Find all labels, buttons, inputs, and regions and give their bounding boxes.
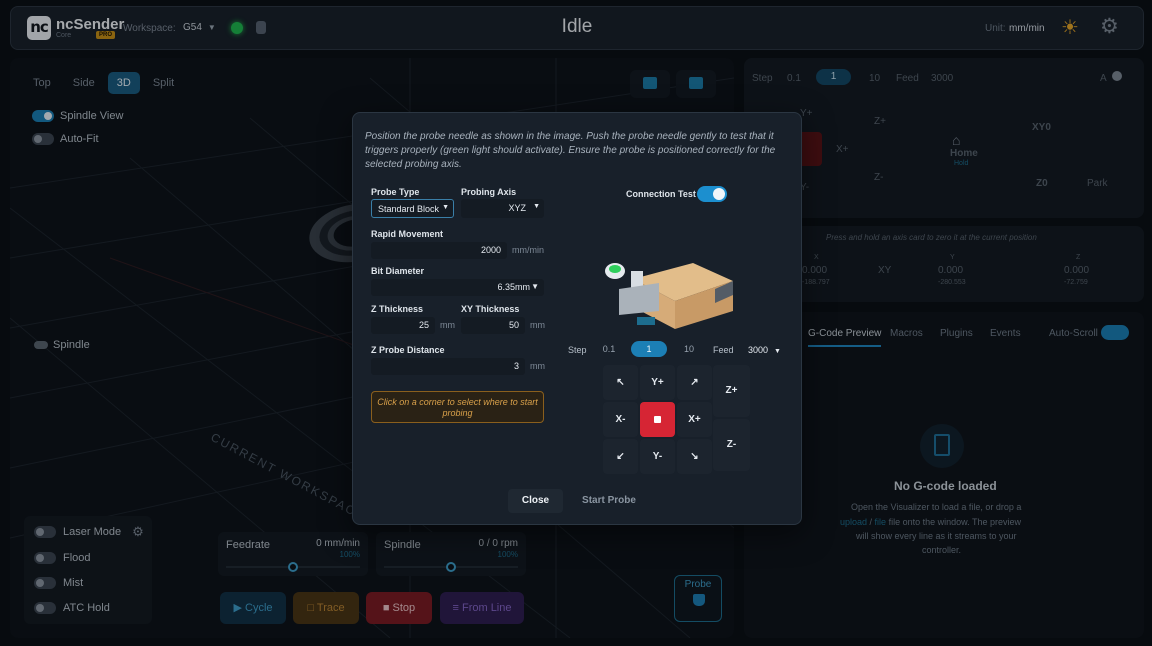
connection-test-label: Connection Test xyxy=(626,189,696,199)
probe-type-select[interactable]: Standard Block ▼ xyxy=(371,199,454,218)
start-probe-button[interactable]: Start Probe xyxy=(573,489,645,513)
modal-jog-x-minus[interactable]: X- xyxy=(603,402,638,437)
chevron-down-icon: ▼ xyxy=(774,348,781,355)
connection-test-switch[interactable] xyxy=(697,186,727,202)
bit-diameter-value: 6.35mm xyxy=(497,282,530,292)
modal-feed-label: Feed xyxy=(713,345,734,355)
jog-diag-up-left-icon[interactable]: ↖ xyxy=(603,365,638,400)
probe-dialog: Position the probe needle as shown in th… xyxy=(352,112,802,525)
modal-jog-y-plus[interactable]: Y+ xyxy=(640,365,675,400)
chevron-down-icon: ▼ xyxy=(533,203,540,210)
z-thickness-unit: mm xyxy=(440,320,455,330)
probe-block-illustration[interactable] xyxy=(593,249,743,329)
probe-instructions: Position the probe needle as shown in th… xyxy=(365,131,776,170)
probe-type-value: Standard Block xyxy=(378,204,440,214)
probe-holder xyxy=(619,283,659,315)
modal-step-label: Step xyxy=(568,345,587,355)
chevron-down-icon: ▼ xyxy=(442,204,449,211)
probing-axis-value: XYZ xyxy=(508,203,526,213)
z-probe-distance-unit: mm xyxy=(530,361,545,371)
bit-diameter-label: Bit Diameter xyxy=(371,266,425,276)
z-thickness-label: Z Thickness xyxy=(371,304,424,314)
bit-diameter-select[interactable]: 6.35mm ▼ xyxy=(371,279,544,296)
rapid-movement-input[interactable]: 2000 xyxy=(371,242,507,259)
probe-led-icon xyxy=(609,265,621,273)
jog-diag-down-right-icon[interactable]: ↘ xyxy=(677,439,712,474)
probe-type-label: Probe Type xyxy=(371,187,420,197)
probing-axis-select[interactable]: XYZ ▼ xyxy=(461,199,544,218)
jog-diag-up-right-icon[interactable]: ↗ xyxy=(677,365,712,400)
modal-feed-select[interactable]: 3000 ▼ xyxy=(748,345,781,355)
rapid-movement-unit: mm/min xyxy=(512,245,544,255)
modal-feed-value: 3000 xyxy=(748,345,769,355)
modal-jog-z-minus[interactable]: Z- xyxy=(713,419,750,471)
xy-thickness-label: XY Thickness xyxy=(461,304,520,314)
modal-jog-z-plus[interactable]: Z+ xyxy=(713,365,750,417)
modal-jog-stop-button[interactable] xyxy=(640,402,675,437)
probe-base xyxy=(637,317,655,325)
modal-jog-x-plus[interactable]: X+ xyxy=(677,402,712,437)
xy-thickness-unit: mm xyxy=(530,320,545,330)
xy-thickness-input[interactable]: 50 xyxy=(461,317,525,334)
close-button[interactable]: Close xyxy=(508,489,563,513)
jog-diag-down-left-icon[interactable]: ↙ xyxy=(603,439,638,474)
modal-jog-y-minus[interactable]: Y- xyxy=(640,439,675,474)
probing-axis-label: Probing Axis xyxy=(461,187,517,197)
caret-down-icon: ▼ xyxy=(531,282,539,291)
modal-step-10[interactable]: 10 xyxy=(677,341,701,357)
z-probe-distance-label: Z Probe Distance xyxy=(371,345,445,355)
modal-step-0-1[interactable]: 0.1 xyxy=(597,341,621,357)
rapid-movement-label: Rapid Movement xyxy=(371,229,444,239)
z-thickness-input[interactable]: 25 xyxy=(371,317,435,334)
corner-select-hint: Click on a corner to select where to sta… xyxy=(371,391,544,423)
modal-step-1[interactable]: 1 xyxy=(631,341,667,357)
z-probe-distance-input[interactable]: 3 xyxy=(371,358,525,375)
